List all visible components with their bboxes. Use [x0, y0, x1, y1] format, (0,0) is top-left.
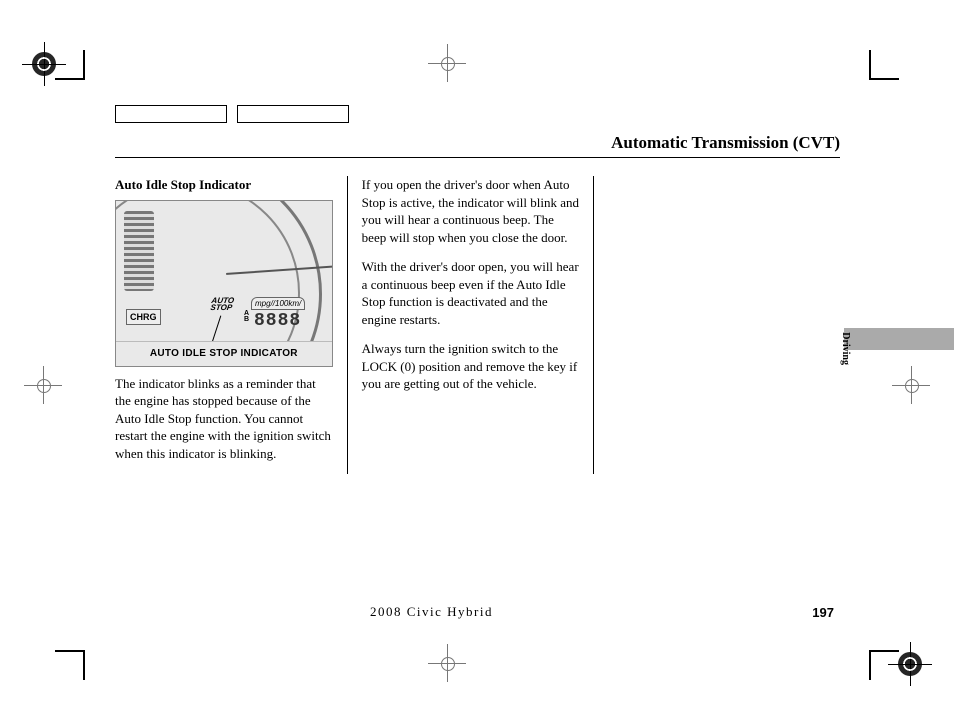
registration-cross-icon: [440, 656, 454, 670]
figure-chrg-label: CHRG: [126, 309, 161, 325]
figure-caption: AUTO IDLE STOP INDICATOR: [116, 341, 332, 366]
registration-cross-icon: [904, 378, 918, 392]
section-tab-label: Driving: [840, 332, 851, 365]
body-text: With the driver's door open, you will he…: [362, 258, 580, 328]
placeholder-box: [115, 105, 227, 123]
header-placeholder-boxes: [115, 105, 840, 123]
body-text: The indicator blinks as a reminder that …: [115, 375, 333, 463]
page-number: 197: [812, 605, 834, 620]
placeholder-box: [237, 105, 349, 123]
registration-cross-icon: [440, 56, 454, 70]
footer-model: 2008 Civic Hybrid: [370, 604, 493, 620]
column-1: Auto Idle Stop Indicator CHRG AUTO STOP …: [115, 176, 348, 474]
indicator-figure: CHRG AUTO STOP mpg//100km/ A B 8888 AUTO…: [115, 200, 333, 367]
figure-segment-display: 8888: [254, 309, 301, 333]
body-text: Always turn the ignition switch to the L…: [362, 340, 580, 393]
page-title: Automatic Transmission (CVT): [115, 133, 840, 158]
registration-mark-icon: [896, 650, 924, 678]
figure-auto-stop-label: AUTO STOP: [210, 297, 235, 311]
figure-ab-label: A B: [244, 311, 249, 324]
registration-mark-icon: [30, 50, 58, 78]
body-text: If you open the driver's door when Auto …: [362, 176, 580, 246]
column-3: [594, 176, 840, 474]
column-2: If you open the driver's door when Auto …: [348, 176, 595, 474]
subheading: Auto Idle Stop Indicator: [115, 176, 333, 194]
page-content: Automatic Transmission (CVT) Auto Idle S…: [115, 105, 840, 605]
section-tab: [844, 328, 954, 350]
registration-cross-icon: [36, 378, 50, 392]
